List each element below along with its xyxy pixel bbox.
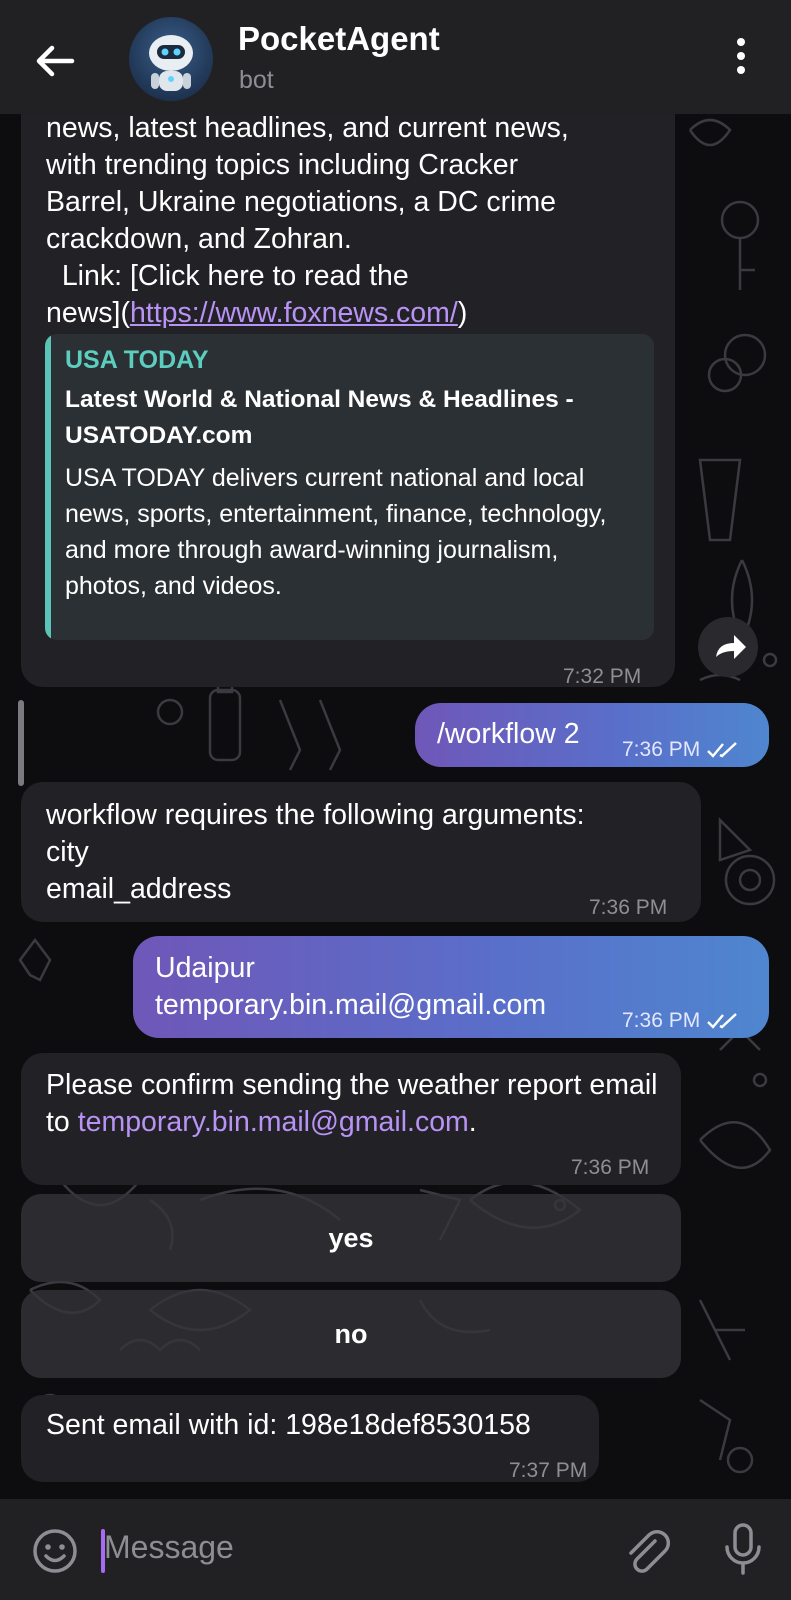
preview-accent-bar [45, 334, 51, 640]
double-check-icon [707, 1013, 738, 1030]
message-line: email_address [46, 873, 232, 905]
message-bubble-confirm[interactable]: Please confirm sending the weather repor… [21, 1053, 681, 1185]
share-icon[interactable] [698, 617, 758, 677]
confirm-suffix: . [468, 1106, 477, 1138]
message-line: with trending topics including Cracker [46, 149, 519, 181]
link-suffix: ) [457, 297, 468, 329]
message-time: 7:37 PM [509, 1459, 588, 1482]
preview-description: USA TODAY delivers current national and … [65, 464, 607, 600]
preview-site-name: USA TODAY [65, 346, 209, 374]
message-text: Sent email with id: 198e18def8530158 [46, 1409, 531, 1441]
message-time: 7:36 PM [622, 1002, 740, 1039]
paperclip-icon[interactable] [621, 1525, 673, 1577]
message-bubble-workflow-command[interactable]: /workflow 2 7:36 PM [415, 703, 769, 767]
microphone-icon[interactable] [718, 1521, 768, 1577]
arrow-left-icon[interactable] [30, 36, 80, 86]
email-link[interactable]: temporary.bin.mail@gmail.com [78, 1106, 469, 1138]
message-bubble-args-reply[interactable]: Udaipur temporary.bin.mail@gmail.com 7:3… [133, 936, 769, 1038]
yes-button[interactable]: yes [21, 1194, 681, 1282]
message-input-bar: Message [0, 1499, 791, 1600]
message-time: 7:32 PM [563, 665, 642, 688]
message-text: Please confirm sending the weather repor… [46, 1067, 666, 1141]
message-line: Barrel, Ukraine negotiations, a DC crime [46, 186, 557, 218]
message-line: city [46, 836, 89, 868]
double-check-icon [707, 742, 738, 759]
bot-avatar[interactable] [129, 17, 213, 101]
time-text: 7:36 PM [622, 738, 701, 761]
news-link[interactable]: https://www.foxnews.com/ [130, 297, 458, 329]
message-bubble-sent[interactable]: Sent email with id: 198e18def8530158 7:3… [21, 1395, 599, 1482]
more-vertical-icon[interactable] [726, 38, 756, 82]
chat-title[interactable]: PocketAgent [238, 20, 440, 58]
message-time: 7:36 PM [589, 896, 668, 919]
message-line: Link: [Click here to read the [46, 260, 409, 292]
message-time: 7:36 PM [571, 1156, 650, 1179]
message-input[interactable]: Message [104, 1529, 234, 1566]
message-line: Udaipur [155, 952, 255, 984]
link-preview[interactable]: USA TODAY Latest World & National News &… [45, 334, 654, 640]
preview-title: Latest World & National News & Headlines… [65, 386, 574, 449]
message-line: workflow requires the following argument… [46, 799, 585, 831]
scroll-indicator[interactable] [18, 700, 24, 786]
smile-icon[interactable] [30, 1526, 80, 1576]
chat-header: PocketAgent bot [0, 0, 791, 114]
time-text: 7:36 PM [622, 1009, 701, 1032]
message-line: temporary.bin.mail@gmail.com [155, 989, 547, 1021]
message-bubble-args-request[interactable]: workflow requires the following argument… [21, 782, 701, 922]
message-text: /workflow 2 [437, 718, 580, 750]
robot-icon [149, 35, 193, 91]
link-prefix: news]( [46, 297, 130, 329]
message-line: crackdown, and Zohran. [46, 223, 352, 255]
chat-subtitle: bot [239, 66, 274, 94]
message-line: news, latest headlines, and current news… [46, 112, 569, 144]
no-button[interactable]: no [21, 1290, 681, 1378]
message-line: news](https://www.foxnews.com/) [46, 295, 666, 332]
message-time: 7:36 PM [622, 731, 740, 768]
